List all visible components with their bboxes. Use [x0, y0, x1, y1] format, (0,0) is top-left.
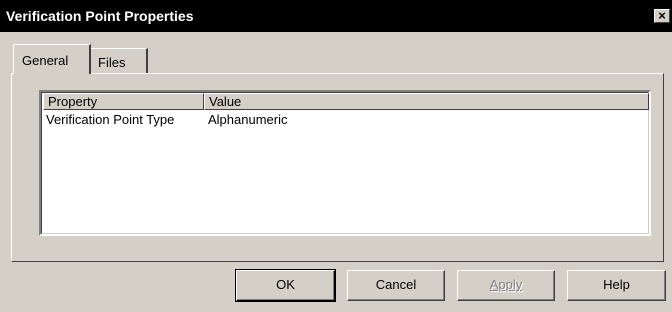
- column-header-property[interactable]: Property: [43, 93, 204, 110]
- title-bar[interactable]: Verification Point Properties ×: [0, 0, 672, 32]
- tab-general-label: General: [22, 53, 69, 68]
- ok-button[interactable]: OK: [235, 269, 336, 302]
- list-frame: Property Value Verification Point Type A…: [41, 92, 649, 234]
- close-button[interactable]: ×: [654, 9, 670, 23]
- column-header-value[interactable]: Value: [204, 93, 649, 110]
- table-row[interactable]: Verification Point Type Alphanumeric: [43, 112, 649, 128]
- general-tab-panel: Property Value Verification Point Type A…: [11, 73, 664, 262]
- tab-files[interactable]: Files: [90, 48, 148, 74]
- apply-button-label: Apply: [489, 277, 523, 292]
- properties-list[interactable]: Property Value Verification Point Type A…: [39, 90, 651, 236]
- value-cell: Alphanumeric: [208, 112, 288, 127]
- properties-dialog: Verification Point Properties × General …: [0, 0, 672, 312]
- cancel-button[interactable]: Cancel: [347, 270, 445, 301]
- tab-files-label: Files: [98, 55, 126, 70]
- tab-general[interactable]: General: [13, 44, 91, 74]
- apply-button[interactable]: Apply: [457, 270, 555, 301]
- help-button[interactable]: Help: [567, 270, 666, 301]
- property-cell: Verification Point Type: [46, 112, 175, 127]
- close-icon: ×: [658, 8, 666, 23]
- window-title: Verification Point Properties: [6, 8, 194, 24]
